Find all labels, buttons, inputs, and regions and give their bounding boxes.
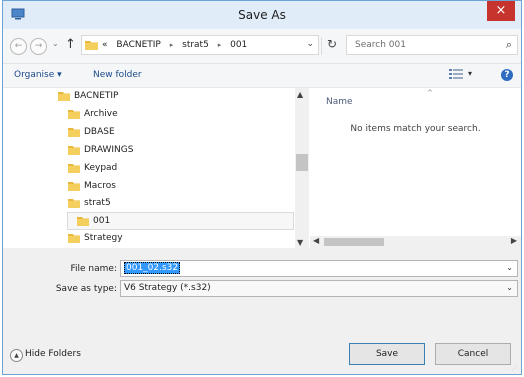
save-as-type-select[interactable]: V6 Strategy (*.s32) ⌄: [120, 280, 518, 297]
up-folder-button[interactable]: ↑: [65, 37, 76, 52]
refresh-button[interactable]: ↻: [321, 37, 342, 55]
tree-item-strat5[interactable]: strat5: [68, 196, 288, 212]
organise-menu[interactable]: Organise ▾: [14, 70, 62, 80]
tree-item-label: 001: [93, 216, 111, 226]
title-bar: Save As ×: [3, 1, 521, 29]
tree-item-label: BACNETIP: [74, 91, 119, 101]
recent-locations-dropdown[interactable]: ⌄: [52, 39, 59, 48]
breadcrumb-bacnetip[interactable]: BACNETIP: [116, 40, 160, 50]
new-folder-button[interactable]: New folder: [93, 70, 142, 80]
save-as-dialog: Save As × ← → ⌄ ↑ « BACNETIP ▸ strat5 ▸ …: [2, 0, 522, 375]
search-icon[interactable]: ⌕: [506, 38, 512, 52]
scroll-right-icon[interactable]: ▶: [511, 236, 517, 245]
tree-item-dbase[interactable]: DBASE: [68, 125, 288, 141]
folder-icon: [85, 41, 98, 50]
folder-icon: [68, 164, 80, 173]
file-name-dropdown-icon[interactable]: ⌄: [506, 263, 513, 272]
save-as-type-value: V6 Strategy (*.s32): [124, 283, 211, 293]
tree-vertical-scrollbar[interactable]: ▲ ▼: [295, 88, 309, 248]
navigation-bar: ← → ⌄ ↑ « BACNETIP ▸ strat5 ▸ 001 ⌄ ↻ Se…: [3, 29, 521, 64]
close-button[interactable]: ×: [487, 1, 515, 21]
column-header-name[interactable]: Name: [326, 97, 353, 107]
window-title: Save As: [238, 8, 286, 22]
breadcrumb: « BACNETIP ▸ strat5 ▸ 001: [102, 40, 253, 50]
breadcrumb-separator[interactable]: ▸: [170, 41, 174, 49]
tree-item-label: Keypad: [84, 163, 118, 173]
footer-bar: ▲ Hide Folders Save Cancel ⋰: [3, 331, 521, 375]
browser-area: BACNETIP Archive DBASE DRAWINGS Keypad M…: [3, 88, 521, 248]
tree-item-001[interactable]: 001: [67, 212, 294, 230]
file-name-label: File name:: [70, 264, 117, 274]
tree-item-drawings[interactable]: DRAWINGS: [68, 143, 288, 159]
scroll-thumb[interactable]: [296, 154, 308, 171]
tree-item-archive[interactable]: Archive: [68, 107, 288, 123]
save-as-type-dropdown-icon[interactable]: ⌄: [506, 283, 513, 292]
resize-grip-icon[interactable]: ⋰: [511, 365, 519, 373]
sort-indicator-icon: ^: [427, 89, 433, 97]
tree-item-label: Archive: [84, 109, 118, 119]
breadcrumb-strat5[interactable]: strat5: [182, 40, 209, 50]
folder-icon: [77, 217, 89, 226]
search-input[interactable]: Search 001 ⌕: [346, 35, 518, 55]
save-as-type-label: Save as type:: [55, 284, 117, 294]
empty-message: No items match your search.: [350, 124, 481, 134]
address-bar[interactable]: « BACNETIP ▸ strat5 ▸ 001 ⌄: [81, 35, 319, 55]
scroll-up-icon[interactable]: ▲: [297, 90, 303, 99]
tree-item-label: Macros: [84, 181, 116, 191]
breadcrumb-separator[interactable]: ▸: [218, 41, 222, 49]
back-button[interactable]: ←: [10, 38, 27, 55]
folder-icon: [68, 146, 80, 155]
list-horizontal-scrollbar[interactable]: ◀ ▶: [310, 236, 521, 248]
address-dropdown-icon[interactable]: ⌄: [306, 39, 314, 49]
folder-tree: BACNETIP Archive DBASE DRAWINGS Keypad M…: [3, 88, 309, 248]
tree-item-strategy[interactable]: Strategy: [68, 231, 288, 247]
folder-icon: [58, 92, 70, 101]
breadcrumb-001[interactable]: 001: [230, 40, 247, 50]
tree-item-label: DBASE: [84, 127, 115, 137]
folder-icon: [68, 110, 80, 119]
hide-folders-button[interactable]: Hide Folders: [25, 349, 81, 359]
forward-button[interactable]: →: [30, 38, 47, 55]
tree-item-label: DRAWINGS: [84, 145, 134, 155]
file-name-input[interactable]: 001_02.s32 ⌄: [120, 260, 518, 277]
tree-item-label: Strategy: [84, 233, 123, 243]
folder-icon: [68, 128, 80, 137]
help-icon[interactable]: ?: [501, 69, 513, 81]
scroll-thumb[interactable]: [324, 238, 384, 246]
scroll-left-icon[interactable]: ◀: [313, 236, 319, 245]
file-list: ^ Name No items match your search.: [310, 88, 521, 248]
view-options-icon[interactable]: [449, 69, 463, 79]
view-dropdown-icon[interactable]: ▾: [468, 69, 472, 78]
save-button[interactable]: Save: [349, 343, 425, 365]
tree-item-label: strat5: [84, 198, 111, 208]
collapse-icon[interactable]: ▲: [10, 349, 23, 362]
cancel-button[interactable]: Cancel: [435, 343, 511, 365]
folder-icon: [68, 199, 80, 208]
tree-item-bacnetip[interactable]: BACNETIP: [58, 89, 288, 105]
folder-icon: [68, 182, 80, 191]
folder-icon: [68, 234, 80, 243]
scroll-down-icon[interactable]: ▼: [297, 238, 303, 247]
tree-item-macros[interactable]: Macros: [68, 179, 288, 195]
breadcrumb-overflow[interactable]: «: [102, 40, 108, 50]
file-name-value[interactable]: 001_02.s32: [124, 262, 181, 274]
command-toolbar: Organise ▾ New folder ▾ ?: [3, 64, 521, 88]
search-placeholder: Search 001: [355, 40, 406, 50]
tree-item-keypad[interactable]: Keypad: [68, 161, 288, 177]
